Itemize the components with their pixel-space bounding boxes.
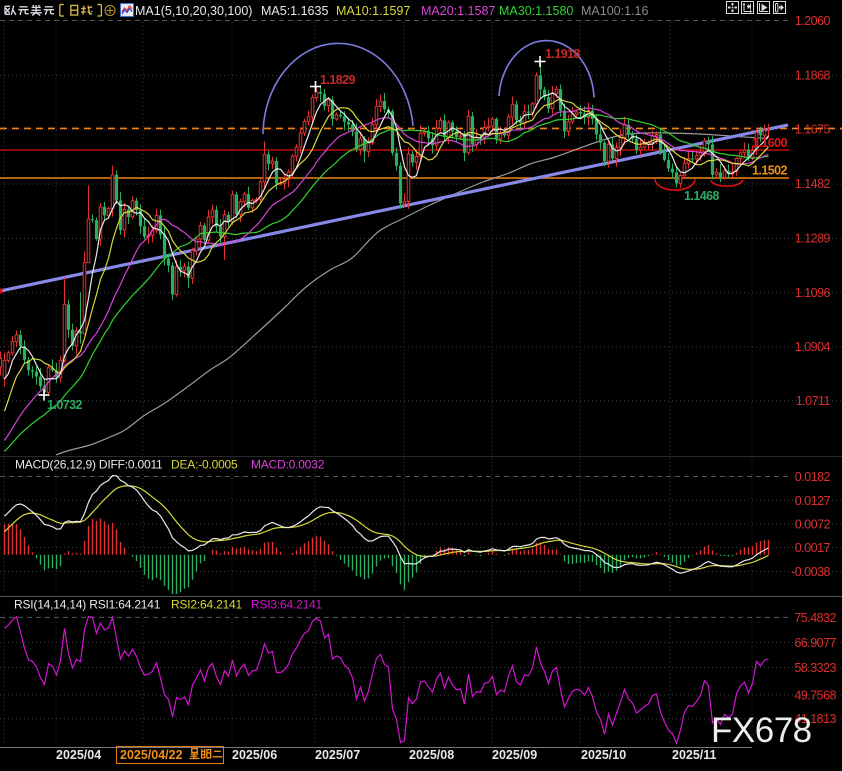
svg-text:1.1482: 1.1482 xyxy=(795,177,831,191)
svg-text:MA20:1.1587: MA20:1.1587 xyxy=(421,4,495,18)
svg-text:1.1918: 1.1918 xyxy=(545,47,581,61)
svg-text:0.0127: 0.0127 xyxy=(795,494,831,508)
svg-text:MA10:1.1597: MA10:1.1597 xyxy=(336,4,410,18)
svg-text:1.1096: 1.1096 xyxy=(795,286,831,300)
svg-text:FX678: FX678 xyxy=(711,711,812,750)
svg-text:DEA:-0.0005: DEA:-0.0005 xyxy=(171,458,238,472)
svg-text:1.1675: 1.1675 xyxy=(795,123,831,137)
svg-text:MACD(26,12,9) DIFF:0.0011: MACD(26,12,9) DIFF:0.0011 xyxy=(15,458,163,472)
svg-text:2025/07: 2025/07 xyxy=(315,748,360,762)
svg-text:1.0711: 1.0711 xyxy=(796,394,831,408)
svg-text:66.9077: 66.9077 xyxy=(794,636,836,650)
svg-text:1.1868: 1.1868 xyxy=(795,68,831,82)
svg-text:1.2060: 1.2060 xyxy=(795,14,831,28)
svg-text:2025/04: 2025/04 xyxy=(56,748,101,762)
svg-text:RSI3:64.2141: RSI3:64.2141 xyxy=(251,598,323,612)
svg-text:1.1502: 1.1502 xyxy=(752,164,788,178)
svg-text:2025/11: 2025/11 xyxy=(672,748,717,762)
svg-text:0.0072: 0.0072 xyxy=(795,518,831,532)
svg-text:0.0017: 0.0017 xyxy=(795,541,831,555)
svg-text:2025/08: 2025/08 xyxy=(409,748,454,762)
svg-text:MACD:0.0032: MACD:0.0032 xyxy=(251,458,325,472)
svg-text:2025/06: 2025/06 xyxy=(232,748,277,762)
svg-text:MA1(5,10,20,30,100): MA1(5,10,20,30,100) xyxy=(135,4,252,18)
svg-text:75.4832: 75.4832 xyxy=(794,611,836,625)
svg-text:2025/09: 2025/09 xyxy=(492,748,537,762)
svg-text:1.1289: 1.1289 xyxy=(795,231,831,245)
svg-text:49.7568: 49.7568 xyxy=(794,689,836,703)
svg-text:MA5:1.1635: MA5:1.1635 xyxy=(261,4,328,18)
svg-text:2025/10: 2025/10 xyxy=(581,748,626,762)
svg-text:1.1468: 1.1468 xyxy=(684,189,720,203)
svg-text:-0.0038: -0.0038 xyxy=(791,565,830,579)
svg-text:1.0904: 1.0904 xyxy=(795,340,831,354)
svg-text:2025/04/22: 2025/04/22 xyxy=(120,748,183,762)
svg-text:MA100:1.16: MA100:1.16 xyxy=(581,4,648,18)
svg-text:0.0182: 0.0182 xyxy=(795,470,831,484)
svg-text:1.0732: 1.0732 xyxy=(47,398,83,412)
svg-text:RSI2:64.2141: RSI2:64.2141 xyxy=(171,598,243,612)
svg-text:58.3323: 58.3323 xyxy=(794,661,836,675)
svg-text:1.1829: 1.1829 xyxy=(320,73,356,87)
svg-text:MA30:1.1580: MA30:1.1580 xyxy=(499,4,573,18)
svg-text:RSI(14,14,14) RSI1:64.2141: RSI(14,14,14) RSI1:64.2141 xyxy=(14,598,161,612)
svg-text:1.1600: 1.1600 xyxy=(752,136,788,150)
